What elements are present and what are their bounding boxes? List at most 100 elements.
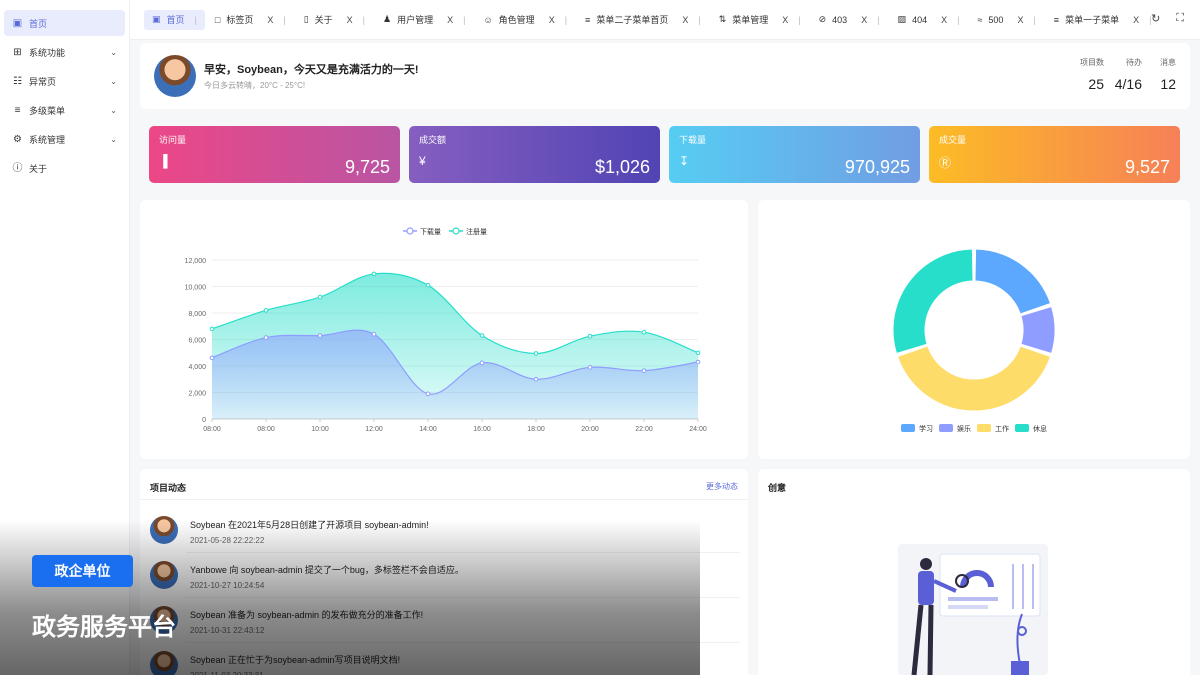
list-item[interactable]: Soybean 正在忙于为soybean-admin写项目说明文档! 2021-1… xyxy=(150,651,740,675)
y-tick-label: 2,000 xyxy=(188,391,206,398)
metric-title: 访问量 xyxy=(159,135,187,145)
system-icon: ⚙ xyxy=(13,133,22,145)
project-activity-card: 项目动态 更多动态 Soybean 在2021年5月28日创建了开源项目 soy… xyxy=(140,469,748,675)
tab[interactable]: ▨ 404 X | xyxy=(890,10,968,30)
metric-card: 成交量 Ⓡ 9,527 xyxy=(929,126,1180,183)
tab-label: 首页 xyxy=(166,15,185,25)
x-tick-label: 22:00 xyxy=(635,426,653,433)
tab[interactable]: ≈500 X | xyxy=(969,10,1043,30)
list-item[interactable]: Soybean 在2021年5月28日创建了开源项目 soybean-admin… xyxy=(150,516,740,556)
data-point xyxy=(371,331,377,337)
tab-label: 菜单二子菜单首页 xyxy=(596,15,669,25)
close-icon[interactable]: X xyxy=(267,15,273,25)
refresh-icon[interactable]: ↻ xyxy=(1151,12,1160,25)
tab[interactable]: ▣ 首页 | xyxy=(144,9,205,30)
metric-card: 下载量 ↧ 970,925 xyxy=(669,126,920,183)
metric-title: 成交量 xyxy=(939,135,967,145)
close-icon[interactable]: X xyxy=(549,15,555,25)
legend-marker xyxy=(406,227,414,235)
tab-icon: ≈ xyxy=(977,14,983,25)
x-tick-label: 14:00 xyxy=(419,426,437,433)
activity-message: Soybean 在2021年5月28日创建了开源项目 soybean-admin… xyxy=(190,520,429,530)
close-icon[interactable]: X xyxy=(782,15,788,25)
data-point xyxy=(209,355,215,361)
data-point xyxy=(479,333,485,338)
tab[interactable]: ⇅ 菜单管理 X | xyxy=(711,10,809,30)
greeting-text: 早安，Soybean，今天又是充满活力的一天! xyxy=(204,64,419,76)
data-point xyxy=(587,333,593,339)
sidebar-item[interactable]: ⓘ 关于 xyxy=(4,155,125,181)
tab-icon: ▯ xyxy=(303,14,309,24)
tab[interactable]: ⊘ 403 X | xyxy=(811,10,888,30)
stat-title: 待办 xyxy=(1126,58,1142,67)
tab[interactable]: ≡ 菜单一子菜单 X | xyxy=(1046,10,1160,30)
sidebar-item[interactable]: ⚙ 系统管理 ⌄ xyxy=(4,126,125,152)
tab-separator: | xyxy=(283,14,286,25)
tab[interactable]: □ 标签页 X | xyxy=(207,10,294,30)
data-point xyxy=(695,350,701,356)
stat-value: 12 xyxy=(1160,76,1176,92)
avatar xyxy=(150,561,178,589)
fullscreen-icon[interactable]: ⛶ xyxy=(1176,12,1184,25)
y-tick-label: 8,000 xyxy=(188,311,206,318)
sidebar-item[interactable]: ☷ 异常页 ⌄ xyxy=(4,68,125,94)
list-item[interactable]: Soybean 准备为 soybean-admin 的发布做充分的准备工作! 20… xyxy=(150,606,740,646)
legend-label: 工作 xyxy=(995,424,1009,433)
pie-slice xyxy=(974,248,1052,315)
data-point xyxy=(317,294,323,300)
close-icon[interactable]: X xyxy=(347,15,353,25)
tab-separator: | xyxy=(877,14,880,25)
data-point xyxy=(587,365,593,370)
sidebar-item[interactable]: ⊞ 系统功能 ⌄ xyxy=(4,39,125,65)
tab-icon: ⊘ xyxy=(818,14,827,24)
data-point xyxy=(425,282,431,288)
avatar xyxy=(154,55,196,97)
tab-icon: ♟ xyxy=(383,14,392,24)
data-point xyxy=(317,333,323,338)
metric-title: 下载量 xyxy=(679,135,707,145)
tab[interactable]: ▯ 关于 X | xyxy=(296,10,373,30)
info-icon: ⓘ xyxy=(12,162,23,174)
tab-separator: | xyxy=(957,14,960,25)
data-point xyxy=(425,391,431,397)
more-activity-link[interactable]: 更多动态 xyxy=(706,481,738,492)
sidebar-item-label: 首页 xyxy=(29,18,48,29)
divider xyxy=(186,552,740,553)
close-icon[interactable]: X xyxy=(447,15,453,25)
sidebar-item[interactable]: ▣ 首页 xyxy=(4,10,125,36)
tab-label: 500 xyxy=(988,14,1004,25)
stat-projects: 项目数 25 xyxy=(1080,57,1104,92)
stat-messages: 消息 12 xyxy=(1160,57,1176,92)
y-tick-label: 0 xyxy=(202,417,206,424)
x-tick-label: 08:00 xyxy=(257,426,275,433)
metric-value: $1,026 xyxy=(594,157,650,177)
stat-value: 4/16 xyxy=(1114,76,1142,92)
list-item[interactable]: Yanbowe 向 soybean-admin 提交了一个bug，多标签栏不会自… xyxy=(150,561,740,601)
avatar xyxy=(150,516,178,544)
metric-card: 访问量 ▐ 9,725 xyxy=(149,126,400,183)
close-icon[interactable]: X xyxy=(1133,15,1139,25)
close-icon[interactable]: X xyxy=(861,15,867,25)
category-badge: 政企单位 xyxy=(32,555,133,587)
activity-time: 2021-11-03 20:33:31 xyxy=(190,671,264,675)
chevron-down-icon: ⌄ xyxy=(110,76,117,86)
idea-card: 创意 xyxy=(758,469,1190,675)
tab[interactable]: ♟ 用户管理 X | xyxy=(375,10,473,30)
tab[interactable]: ☺ 角色管理 X | xyxy=(475,10,575,30)
close-icon[interactable]: X xyxy=(941,15,947,25)
card-title: 项目动态 xyxy=(150,483,187,493)
sidebar-item[interactable]: ≡ 多级菜单 ⌄ xyxy=(4,97,125,123)
tab[interactable]: ≡ 菜单二子菜单首页 X | xyxy=(577,10,709,30)
weather-text: 今日多云转晴，20°C - 25°C! xyxy=(204,81,306,90)
data-point xyxy=(209,326,215,332)
sidebar-item-label: 系统功能 xyxy=(29,47,66,58)
pie-slice xyxy=(1020,306,1056,354)
tab-icon: ▣ xyxy=(152,14,161,24)
close-icon[interactable]: X xyxy=(682,15,688,25)
metric-value: 9,725 xyxy=(344,157,390,177)
stat-title: 消息 xyxy=(1160,58,1176,67)
close-icon[interactable]: X xyxy=(1017,15,1023,25)
tab-separator: | xyxy=(798,14,801,25)
chevron-down-icon: ⌄ xyxy=(110,47,117,57)
stat-value: 25 xyxy=(1088,76,1104,92)
